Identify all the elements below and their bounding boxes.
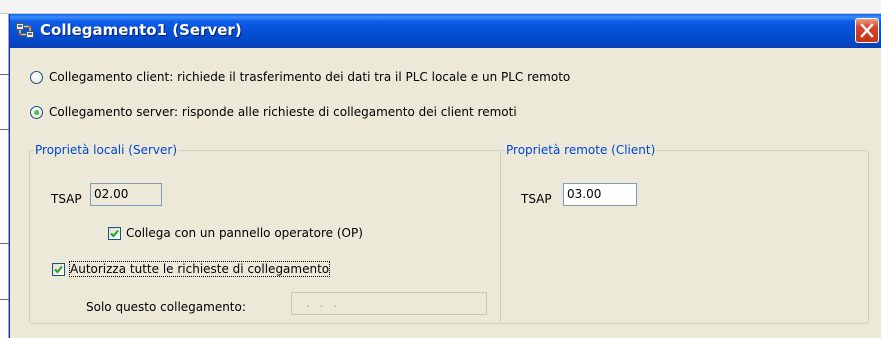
local-tsap-field[interactable]: 02.00 <box>90 183 162 206</box>
only-this-connection-label: Solo questo collegamento: <box>86 300 246 314</box>
close-button[interactable] <box>855 18 879 43</box>
background-window-edge <box>0 14 9 338</box>
background-tick <box>0 299 9 300</box>
check-mark-icon <box>110 229 119 237</box>
remote-properties-legend: Proprietà remote (Client) <box>505 143 657 157</box>
local-properties-legend: Proprietà locali (Server) <box>34 143 179 157</box>
remote-tsap-label: TSAP <box>521 192 552 206</box>
title-bar[interactable]: Collegamento1 (Server) <box>10 14 881 48</box>
remote-properties-group: Proprietà remote (Client) TSAP 03.00 <box>500 143 869 324</box>
background-tick <box>0 129 9 130</box>
authorize-all-option[interactable]: Autorizza tutte le richieste di collegam… <box>52 261 331 277</box>
check-mark-icon <box>54 265 63 273</box>
radio-selected-dot <box>34 109 39 115</box>
op-panel-label: Collega con un pannello operatore (OP) <box>126 226 363 240</box>
connection-dialog: Collegamento1 (Server) Collegamento clie… <box>9 14 881 338</box>
background-window-strip <box>0 0 881 14</box>
background-tick <box>0 243 9 244</box>
background-tick <box>0 74 9 75</box>
local-properties-group: Proprietà locali (Server) TSAP 02.00 Col… <box>29 143 501 324</box>
client-connection-option[interactable]: Collegamento client: richiede il trasfer… <box>30 70 570 84</box>
only-this-connection-field[interactable]: . . . <box>291 292 487 315</box>
network-connection-icon <box>16 23 34 38</box>
local-tsap-label: TSAP <box>51 192 82 206</box>
server-connection-label: Collegamento server: risponde alle richi… <box>49 105 517 119</box>
op-panel-option[interactable]: Collega con un pannello operatore (OP) <box>108 226 363 240</box>
remote-tsap-field[interactable]: 03.00 <box>563 183 637 206</box>
server-connection-radio[interactable] <box>30 105 43 119</box>
server-connection-option[interactable]: Collegamento server: risponde alle richi… <box>30 105 517 119</box>
window-title: Collegamento1 (Server) <box>40 21 242 39</box>
client-connection-label: Collegamento client: richiede il trasfer… <box>49 70 571 84</box>
authorize-all-label: Autorizza tutte le richieste di collegam… <box>68 261 331 277</box>
client-connection-radio[interactable] <box>30 70 43 84</box>
close-icon <box>860 23 874 38</box>
authorize-all-checkbox[interactable] <box>52 262 65 276</box>
op-panel-checkbox[interactable] <box>108 226 121 240</box>
